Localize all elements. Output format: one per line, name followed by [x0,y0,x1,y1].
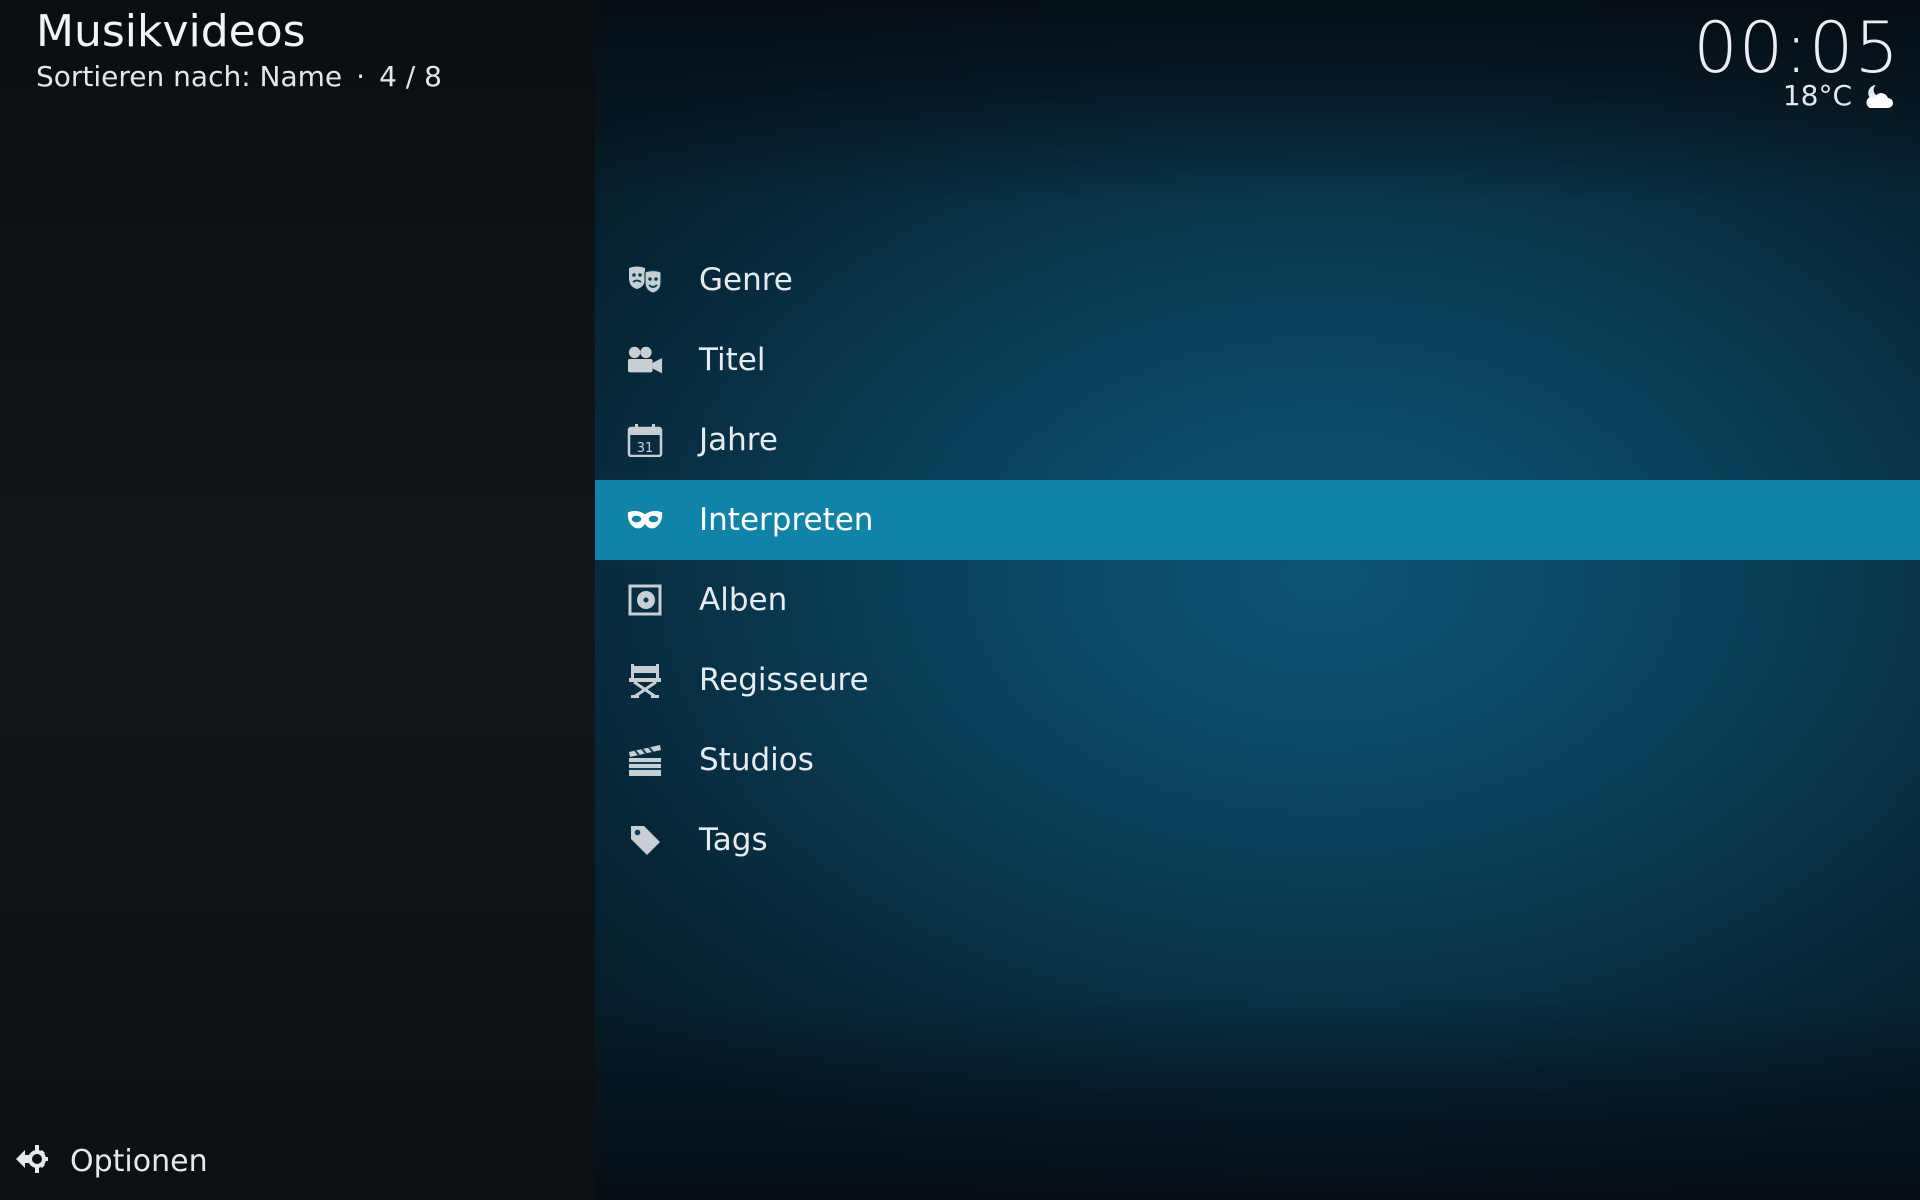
clock-widget: 00:05 18°C [1693,8,1900,112]
menu-item-label: Titel [699,342,766,378]
menu-item-studios[interactable]: Studios [595,720,1920,800]
header: Musikvideos Sortieren nach: Name · 4 / 8 [36,6,442,94]
clapperboard-icon [627,742,663,778]
menu-item-label: Studios [699,742,814,778]
sort-info: Sortieren nach: Name · 4 / 8 [36,60,442,94]
menu-item-label: Genre [699,262,793,298]
gear-arrow-icon [14,1142,48,1180]
eye-mask-icon [627,502,663,538]
menu-item-label: Regisseure [699,662,869,698]
movie-camera-icon [627,342,663,378]
menu-item-titel[interactable]: Titel [595,320,1920,400]
item-position: 4 / 8 [379,60,442,93]
menu-item-label: Tags [699,822,768,858]
theater-masks-icon [627,262,663,298]
sort-label: Sortieren nach: Name [36,60,343,93]
kodi-screen: Musikvideos Sortieren nach: Name · 4 / 8 0… [0,0,1920,1200]
temperature: 18°C [1782,79,1852,112]
separator: · [356,60,366,93]
menu-item-tags[interactable]: Tags [595,800,1920,880]
partly-cloudy-night-icon [1862,82,1894,110]
svg-text:31: 31 [637,441,654,456]
menu-item-jahre[interactable]: 31 Jahre [595,400,1920,480]
clock-time: 00:05 [1693,7,1900,89]
left-pane [0,0,595,1200]
library-menu: Genre Titel 31 Jahre Interpreten Alben R… [595,240,1920,880]
tag-icon [627,822,663,858]
menu-item-interpreten[interactable]: Interpreten [595,480,1920,560]
director-chair-icon [627,662,663,698]
menu-item-regisseure[interactable]: Regisseure [595,640,1920,720]
menu-item-genre[interactable]: Genre [595,240,1920,320]
menu-item-label: Jahre [699,422,778,458]
options-button[interactable]: Optionen [14,1142,208,1180]
calendar-icon: 31 [627,422,663,458]
menu-item-alben[interactable]: Alben [595,560,1920,640]
options-label: Optionen [70,1143,208,1179]
menu-item-label: Interpreten [699,502,874,538]
page-title: Musikvideos [36,6,306,57]
album-disc-icon [627,582,663,618]
menu-item-label: Alben [699,582,788,618]
